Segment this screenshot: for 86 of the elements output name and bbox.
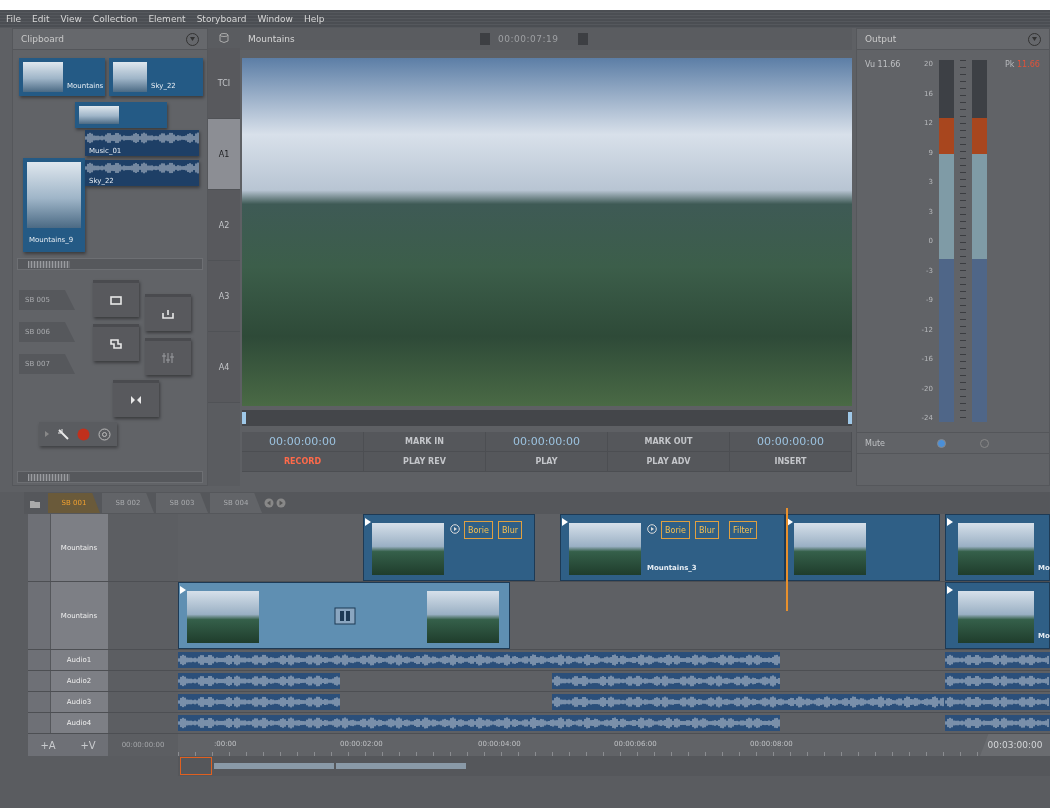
mute-radio[interactable] <box>937 438 946 448</box>
thumbnail-placeholder <box>794 523 866 575</box>
menu-item[interactable]: Window <box>257 14 293 24</box>
overview-strip[interactable] <box>178 756 1050 776</box>
split-icon <box>130 395 142 405</box>
menu-item[interactable]: File <box>6 14 22 24</box>
audio-clip[interactable] <box>552 673 780 689</box>
menu-item[interactable]: View <box>60 14 82 24</box>
expand-arrow-icon[interactable] <box>45 431 49 437</box>
menu-item[interactable]: Help <box>303 14 325 24</box>
video-clip[interactable] <box>785 514 940 581</box>
play-marker-icon <box>365 518 371 526</box>
monitor-icon <box>110 295 122 305</box>
next-icon[interactable] <box>276 498 286 508</box>
transport-button[interactable]: INSERT <box>730 452 852 472</box>
audio-clip[interactable] <box>552 694 945 710</box>
audio-clip[interactable] <box>178 694 340 710</box>
thumbnail-placeholder <box>113 62 147 92</box>
transport-button[interactable]: PLAY REV <box>364 452 486 472</box>
audio-clip[interactable] <box>178 652 780 668</box>
thumbnail-placeholder <box>27 162 81 228</box>
transport-button[interactable]: PLAY ADV <box>608 452 730 472</box>
timecode-display: 00:00:00:00 <box>730 432 852 452</box>
effect-button[interactable]: Filter <box>729 521 757 539</box>
effect-button[interactable]: Blur <box>695 521 720 539</box>
audio-clip[interactable] <box>178 715 780 731</box>
timecode-display: 00:00:00:00 <box>242 432 364 452</box>
thumbnail-placeholder <box>372 523 444 575</box>
tool-tile[interactable] <box>93 324 139 361</box>
marker-icon[interactable] <box>480 33 490 45</box>
thumbnail-placeholder <box>187 591 259 643</box>
viewer-title: Mountains <box>248 34 296 44</box>
vu-reading: Vu 11.66 <box>865 60 902 71</box>
thumbnail-placeholder <box>79 106 119 124</box>
play-marker-icon <box>562 518 568 526</box>
video-clip[interactable] <box>178 582 510 649</box>
thumbnail-placeholder <box>569 523 641 575</box>
thumbnail-placeholder <box>427 591 499 643</box>
audio-clip[interactable] <box>945 694 1050 710</box>
play-circle-icon[interactable] <box>450 524 460 534</box>
transport-button[interactable]: PLAY <box>486 452 608 472</box>
menu-item[interactable]: Element <box>148 14 186 24</box>
mute-label: Mute <box>865 438 887 448</box>
transport-button[interactable]: RECORD <box>242 452 364 472</box>
transition-icon[interactable] <box>334 607 356 625</box>
add-video-button[interactable]: +V <box>68 734 108 756</box>
tool-tile[interactable] <box>145 294 191 331</box>
scrollbar[interactable] <box>17 471 203 483</box>
play-marker-icon <box>180 586 186 594</box>
audio-clip[interactable] <box>945 715 1050 731</box>
sliders-icon <box>161 352 175 364</box>
track-selector[interactable]: A1 <box>208 119 240 190</box>
marker-icon[interactable] <box>578 33 588 45</box>
dial-icon[interactable] <box>98 427 111 441</box>
effect-button[interactable]: Blur <box>498 521 523 539</box>
video-clip[interactable] <box>75 102 167 128</box>
effect-button[interactable]: Borie <box>464 521 493 539</box>
effect-button[interactable]: Borie <box>661 521 690 539</box>
transport-button[interactable]: MARK IN <box>364 432 486 452</box>
transport-button[interactable]: MARK OUT <box>608 432 730 452</box>
viewer-timecode: 00:00:07:19 <box>498 34 560 44</box>
audio-clip[interactable] <box>945 673 1050 689</box>
audio-clip[interactable] <box>178 673 340 689</box>
scrollbar[interactable] <box>17 258 203 270</box>
menu-item[interactable]: Edit <box>32 14 50 24</box>
corner-icon <box>110 339 122 349</box>
end-timecode: 00:03:00:00 <box>980 734 1050 756</box>
timecode-display: 00:00:00:00 <box>486 432 608 452</box>
audio-clip[interactable] <box>945 652 1050 668</box>
panel-title: Output <box>865 34 897 44</box>
previous-icon[interactable] <box>264 498 274 508</box>
tray-icon <box>162 309 174 319</box>
play-marker-icon <box>947 518 953 526</box>
menu-item[interactable]: Collection <box>92 14 138 24</box>
add-audio-button[interactable]: +A <box>28 734 68 756</box>
menu-item[interactable]: Storyboard <box>196 14 247 24</box>
tool-tile[interactable] <box>145 338 191 375</box>
play-marker-icon <box>947 586 953 594</box>
thumbnail-placeholder <box>23 62 63 92</box>
video-clip[interactable]: Borie Blur <box>363 514 535 581</box>
panel-title: Clipboard <box>21 34 64 44</box>
play-circle-icon[interactable] <box>647 524 657 534</box>
tool-tile[interactable] <box>93 280 139 317</box>
tool-tile[interactable] <box>113 380 159 417</box>
magic-wand-icon[interactable] <box>57 428 69 440</box>
peak-reading: Pk 11.66 <box>1005 60 1040 71</box>
